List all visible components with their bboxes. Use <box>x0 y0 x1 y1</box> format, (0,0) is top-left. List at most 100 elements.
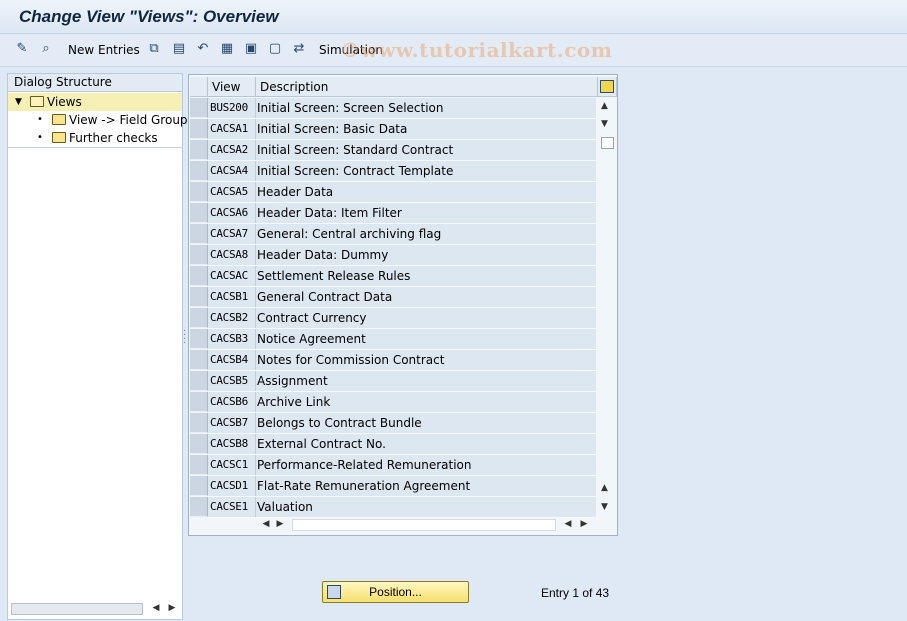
table-row[interactable]: CACSA2 Initial Screen: Standard Contract <box>189 140 599 161</box>
cell-description: Header Data: Dummy <box>256 245 596 265</box>
row-selector[interactable] <box>190 224 208 244</box>
watermark: ©www.tutorialkart.com <box>340 38 613 62</box>
row-selector[interactable] <box>190 266 208 286</box>
table-row[interactable]: CACSA8 Header Data: Dummy <box>189 245 599 266</box>
cell-description: Initial Screen: Screen Selection <box>256 98 596 118</box>
new-entries-button[interactable]: New Entries <box>68 43 140 57</box>
row-selector[interactable] <box>190 497 208 517</box>
column-header-description[interactable]: Description <box>256 77 598 97</box>
tree-node-further-checks[interactable]: • Further checks <box>8 129 182 147</box>
column-header-view[interactable]: View <box>208 77 256 97</box>
row-selector[interactable] <box>190 455 208 475</box>
tree-node-views[interactable]: ▼ Views <box>8 93 182 111</box>
select-block-icon[interactable]: ▣ <box>242 40 260 58</box>
scroll-left-icon[interactable]: ◀ <box>150 603 162 613</box>
table-row[interactable]: CACSA5 Header Data <box>189 182 599 203</box>
cell-view: CACSC1 <box>208 455 256 475</box>
row-selector[interactable] <box>190 98 208 118</box>
views-table: View Description BUS200 Initial Screen: S… <box>188 74 618 536</box>
transport-icon[interactable]: ⇄ <box>290 40 308 58</box>
cell-description: Initial Screen: Contract Template <box>256 161 596 181</box>
delete-icon[interactable]: ▤ <box>170 40 188 58</box>
row-selector[interactable] <box>190 308 208 328</box>
cell-description: Contract Currency <box>256 308 596 328</box>
tree-node-view-field-groups[interactable]: • View -> Field Groups <box>8 111 194 129</box>
entry-counter: Entry 1 of 43 <box>541 586 610 600</box>
table-row[interactable]: CACSB5 Assignment <box>189 371 599 392</box>
scroll-track[interactable] <box>292 519 556 531</box>
deselect-all-icon[interactable]: ▢ <box>266 40 284 58</box>
cell-description: Initial Screen: Standard Contract <box>256 140 596 160</box>
cell-description: Performance-Related Remuneration <box>256 455 596 475</box>
row-selector[interactable] <box>190 350 208 370</box>
cell-view: CACSAC <box>208 266 256 286</box>
table-row[interactable]: CACSB7 Belongs to Contract Bundle <box>189 413 599 434</box>
table-row[interactable]: CACSA1 Initial Screen: Basic Data <box>189 119 599 140</box>
cell-view: BUS200 <box>208 98 256 118</box>
select-all-column-header[interactable] <box>190 77 208 97</box>
column-settings-button[interactable] <box>598 77 617 97</box>
table-row[interactable]: BUS200 Initial Screen: Screen Selection <box>189 98 599 119</box>
table-row[interactable]: CACSB4 Notes for Commission Contract <box>189 350 599 371</box>
tree-node-label: Views <box>47 95 82 109</box>
table-row[interactable]: CACSA4 Initial Screen: Contract Template <box>189 161 599 182</box>
row-selector[interactable] <box>190 329 208 349</box>
scroll-up-icon[interactable]: ▲ <box>601 101 608 111</box>
position-button[interactable]: Position... <box>322 581 469 603</box>
table-row[interactable]: CACSC1 Performance-Related Remuneration <box>189 455 599 476</box>
cell-description: External Contract No. <box>256 434 596 454</box>
row-selector[interactable] <box>190 245 208 265</box>
scroll-down-icon[interactable]: ▼ <box>601 119 608 129</box>
scroll-thumb[interactable] <box>601 137 614 149</box>
page-title: Change View "Views": Overview <box>19 7 279 26</box>
folder-icon <box>52 132 66 143</box>
change-display-icon[interactable]: ✎ <box>13 40 31 58</box>
table-row[interactable]: CACSD1 Flat-Rate Remuneration Agreement <box>189 476 599 497</box>
row-selector[interactable] <box>190 287 208 307</box>
magnifier-icon[interactable]: ⌕ <box>37 40 55 58</box>
row-selector[interactable] <box>190 434 208 454</box>
cell-view: CACSB4 <box>208 350 256 370</box>
scroll-left-icon[interactable]: ◀ <box>562 519 574 529</box>
table-row[interactable]: CACSB3 Notice Agreement <box>189 329 599 350</box>
scroll-right-icon[interactable]: ▶ <box>166 603 178 613</box>
table-horizontal-scrollbar[interactable]: ◀ ▶ ◀ ▶ <box>256 518 596 532</box>
scroll-right-icon[interactable]: ▶ <box>274 519 286 529</box>
undo-icon[interactable]: ↶ <box>194 40 212 58</box>
row-selector[interactable] <box>190 413 208 433</box>
cell-description: Belongs to Contract Bundle <box>256 413 596 433</box>
scroll-page-up-icon[interactable]: ▲ <box>601 483 608 493</box>
table-row[interactable]: CACSB6 Archive Link <box>189 392 599 413</box>
cell-view: CACSA7 <box>208 224 256 244</box>
select-all-icon[interactable]: ▦ <box>218 40 236 58</box>
row-selector[interactable] <box>190 140 208 160</box>
cell-description: Assignment <box>256 371 596 391</box>
row-selector[interactable] <box>190 203 208 223</box>
cell-view: CACSD1 <box>208 476 256 496</box>
panel-splitter[interactable]: · · · · <box>183 327 186 349</box>
table-row[interactable]: CACSAC Settlement Release Rules <box>189 266 599 287</box>
copy-icon[interactable]: ⧉ <box>145 40 163 58</box>
table-row[interactable]: CACSA7 General: Central archiving flag <box>189 224 599 245</box>
row-selector[interactable] <box>190 476 208 496</box>
table-row[interactable]: CACSA6 Header Data: Item Filter <box>189 203 599 224</box>
row-selector[interactable] <box>190 392 208 412</box>
table-row[interactable]: CACSE1 Valuation <box>189 497 599 518</box>
table-row[interactable]: CACSB1 General Contract Data <box>189 287 599 308</box>
scroll-right-icon[interactable]: ▶ <box>578 519 590 529</box>
cell-view: CACSA6 <box>208 203 256 223</box>
scroll-page-down-icon[interactable]: ▼ <box>601 502 608 512</box>
row-selector[interactable] <box>190 119 208 139</box>
row-selector[interactable] <box>190 182 208 202</box>
table-row[interactable]: CACSB2 Contract Currency <box>189 308 599 329</box>
expand-triangle-icon[interactable]: ▼ <box>15 93 22 111</box>
scroll-left-icon[interactable]: ◀ <box>260 519 272 529</box>
table-vertical-scrollbar[interactable] <box>598 97 616 517</box>
bullet-icon: • <box>37 132 43 143</box>
row-selector[interactable] <box>190 371 208 391</box>
tree-horizontal-scrollbar[interactable]: ◀ ▶ <box>8 599 182 619</box>
row-selector[interactable] <box>190 161 208 181</box>
scroll-track[interactable] <box>11 603 143 615</box>
position-button-label: Position... <box>369 585 422 599</box>
table-row[interactable]: CACSB8 External Contract No. <box>189 434 599 455</box>
